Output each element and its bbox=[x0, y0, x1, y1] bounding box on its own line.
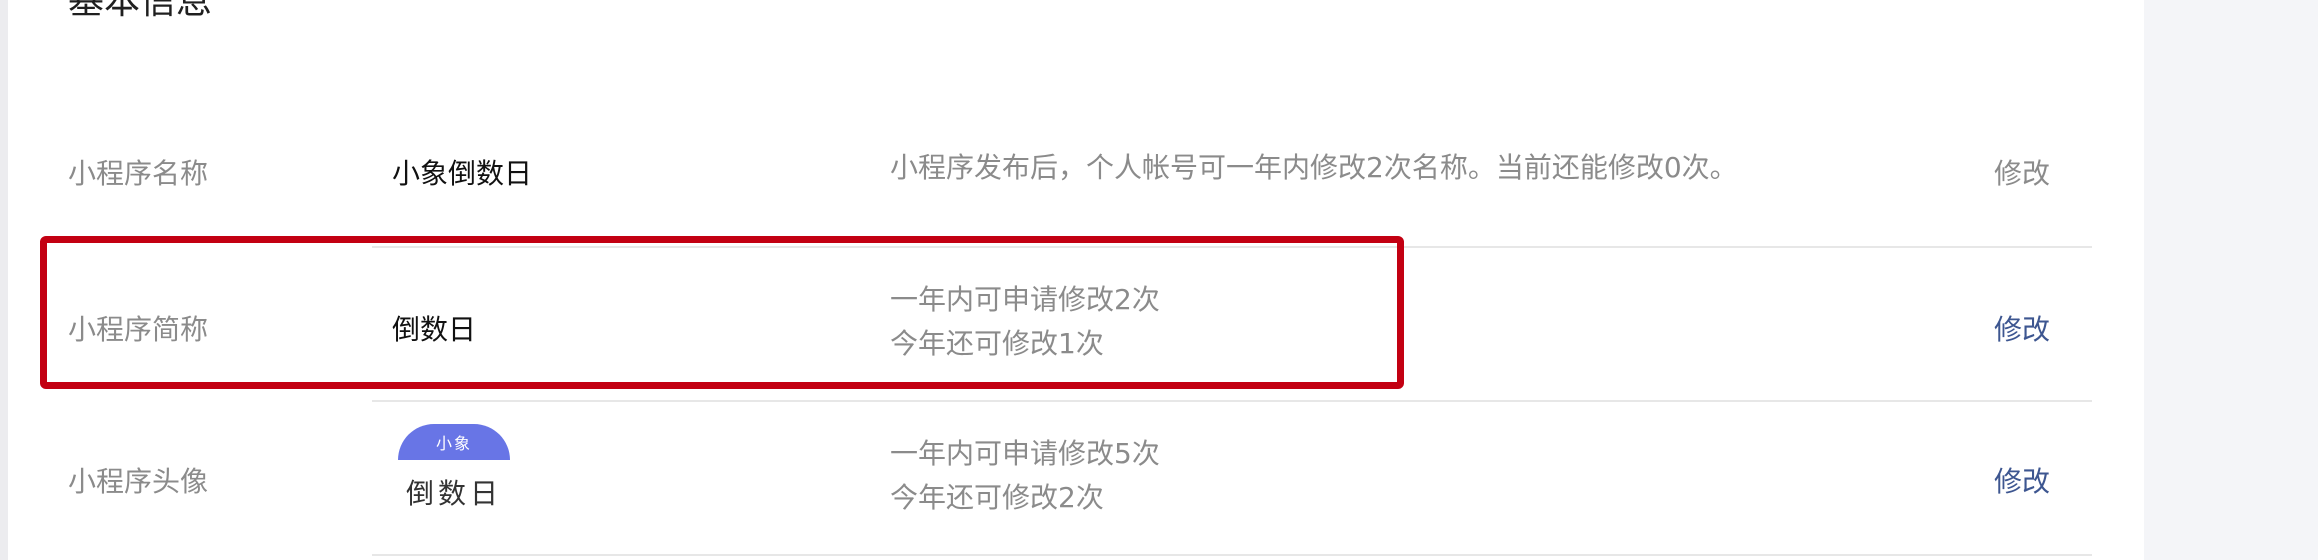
row-mini-program-name: 小程序名称 小象倒数日 小程序发布后，个人帐号可一年内修改2次名称。当前还能修改… bbox=[8, 94, 2144, 246]
mini-program-avatar-desc-line-2: 今年还可修改2次 bbox=[890, 481, 1104, 514]
mini-program-avatar-desc: 一年内可申请修改5次 今年还可修改2次 bbox=[890, 432, 1160, 520]
basic-info-panel: 基本信息 小程序名称 小象倒数日 小程序发布后，个人帐号可一年内修改2次名称。当… bbox=[8, 0, 2144, 560]
mini-program-name-desc: 小程序发布后，个人帐号可一年内修改2次名称。当前还能修改0次。 bbox=[890, 146, 1738, 190]
row-mini-program-short-name: 小程序简称 倒数日 一年内可申请修改2次 今年还可修改1次 修改 bbox=[8, 248, 2144, 400]
right-gutter bbox=[2144, 0, 2318, 560]
mini-program-name-edit-link[interactable]: 修改 bbox=[1994, 152, 2050, 192]
row-mini-program-avatar: 小程序头像 小象 倒数日 一年内可申请修改5次 今年还可修改2次 修改 bbox=[8, 402, 2144, 554]
mini-program-short-name-value: 倒数日 bbox=[392, 313, 477, 346]
section-title: 基本信息 bbox=[68, 0, 213, 22]
mini-program-short-name-desc-line-2: 今年还可修改1次 bbox=[890, 327, 1104, 360]
mini-program-short-name-label: 小程序简称 bbox=[68, 313, 209, 346]
mini-program-name-value: 小象倒数日 bbox=[392, 157, 533, 190]
avatar-top-badge: 小象 bbox=[398, 424, 510, 460]
mini-program-avatar-desc-line-1: 一年内可申请修改5次 bbox=[890, 437, 1160, 470]
row-divider bbox=[372, 554, 2092, 556]
mini-program-name-label: 小程序名称 bbox=[68, 157, 209, 190]
mini-program-name-desc-line: 小程序发布后，个人帐号可一年内修改2次名称。当前还能修改0次。 bbox=[890, 151, 1738, 184]
mini-program-short-name-edit-link[interactable]: 修改 bbox=[1994, 308, 2050, 348]
mini-program-avatar-edit-link[interactable]: 修改 bbox=[1994, 460, 2050, 500]
mini-program-short-name-desc: 一年内可申请修改2次 今年还可修改1次 bbox=[890, 278, 1160, 366]
avatar-bottom-text: 倒数日 bbox=[405, 477, 502, 510]
mini-program-short-name-desc-line-1: 一年内可申请修改2次 bbox=[890, 283, 1160, 316]
mini-program-avatar-label: 小程序头像 bbox=[68, 465, 209, 498]
mini-program-avatar-image: 小象 倒数日 bbox=[398, 424, 510, 514]
